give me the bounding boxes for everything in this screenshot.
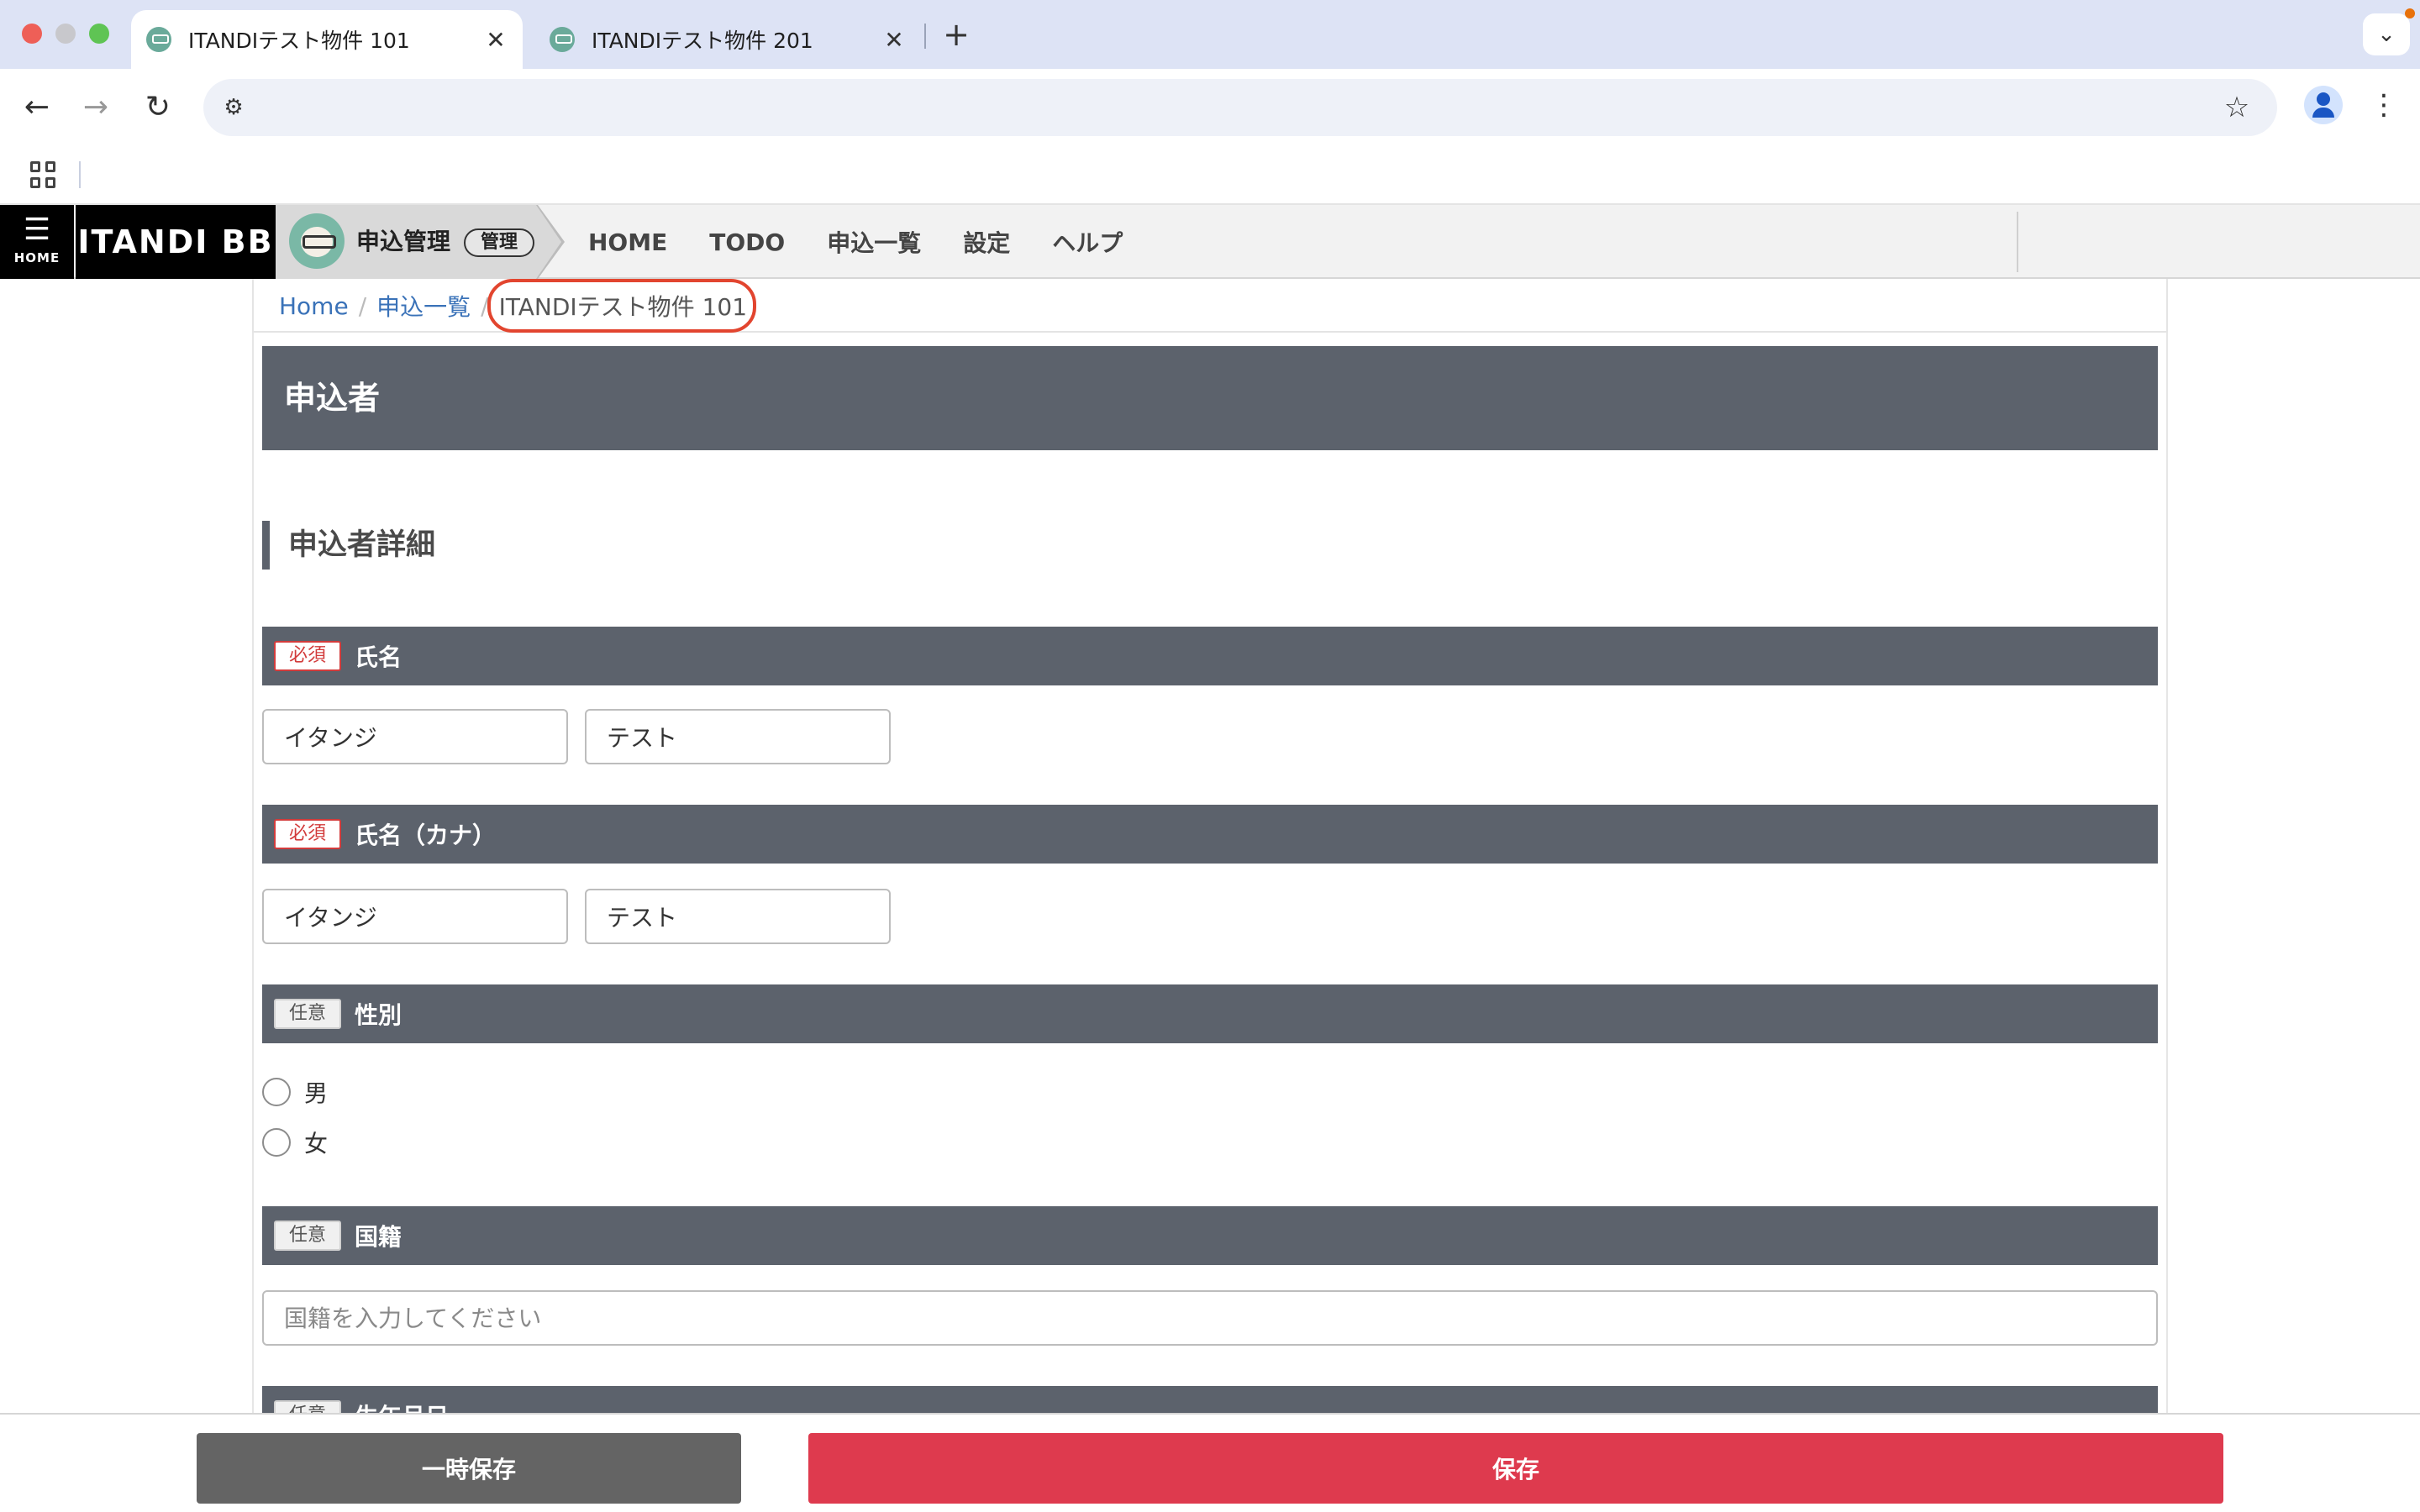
bookmark-star-icon[interactable]: ☆ xyxy=(2215,86,2259,129)
forward-arrow-icon[interactable]: → xyxy=(76,87,116,128)
browser-toolbar: ← → ↻ ⚙ ☆ ⋮ xyxy=(0,69,2420,146)
nav-settings[interactable]: 設定 xyxy=(963,225,1010,259)
bookmarks-bar xyxy=(0,146,2420,205)
brand-logo[interactable]: ITANDI BB xyxy=(76,205,276,279)
home-menu-button[interactable]: ☰ HOME xyxy=(0,205,74,279)
optional-badge: 任意 xyxy=(274,1221,342,1251)
mascot-avatar-icon xyxy=(289,213,345,269)
field-label: 氏名（カナ） xyxy=(355,822,497,849)
hamburger-icon: ☰ xyxy=(23,213,51,247)
itandi-favicon-icon xyxy=(146,27,171,52)
first-name-input[interactable] xyxy=(585,709,891,764)
radio-button[interactable] xyxy=(262,1078,291,1106)
window-close-button[interactable] xyxy=(22,24,42,44)
close-tab-icon[interactable]: ✕ xyxy=(877,26,911,54)
browser-tab-active[interactable]: ITANDIテスト物件 101 ✕ xyxy=(131,10,523,69)
browser-tab-strip: ITANDIテスト物件 101 ✕ ITANDIテスト物件 201 ✕ + ⌄ xyxy=(0,0,2420,69)
nav-home[interactable]: HOME xyxy=(588,228,667,256)
required-badge: 必須 xyxy=(274,819,342,849)
apps-grid-icon[interactable] xyxy=(30,161,57,188)
radio-button[interactable] xyxy=(262,1128,291,1157)
field-header-name: 必須 氏名 xyxy=(262,627,2158,685)
save-button[interactable]: 保存 xyxy=(808,1433,2223,1504)
radio-label: 男 xyxy=(304,1079,329,1107)
annotation-highlight-ring xyxy=(487,279,756,333)
tab-search-chevron-icon[interactable]: ⌄ xyxy=(2363,13,2410,55)
back-arrow-icon[interactable]: ← xyxy=(17,87,57,128)
last-name-kana-input[interactable] xyxy=(262,889,568,944)
home-menu-label: HOME xyxy=(13,250,60,265)
site-info-icon[interactable]: ⚙ xyxy=(217,91,250,124)
field-header-kana: 必須 氏名（カナ） xyxy=(262,805,2158,864)
itandi-favicon-icon xyxy=(550,27,575,52)
nav-help[interactable]: ヘルプ xyxy=(1052,225,1123,259)
update-indicator-dot xyxy=(2405,8,2415,18)
subsection-title: 申込者詳細 xyxy=(262,521,435,570)
optional-badge: 任意 xyxy=(274,999,342,1029)
window-minimize-button[interactable] xyxy=(55,24,76,44)
required-badge: 必須 xyxy=(274,641,342,671)
product-name: 申込管理 xyxy=(356,228,451,255)
window-maximize-button[interactable] xyxy=(89,24,109,44)
field-label: 性別 xyxy=(355,1001,402,1029)
field-label: 国籍 xyxy=(355,1223,402,1251)
section-title: 申込者 xyxy=(262,346,2158,450)
header-divider xyxy=(2017,212,2018,272)
nav-todo[interactable]: TODO xyxy=(709,228,785,256)
nationality-input[interactable] xyxy=(262,1290,2158,1346)
breadcrumb-separator: / xyxy=(358,291,367,320)
breadcrumb-application-list-link[interactable]: 申込一覧 xyxy=(376,289,471,323)
gender-option-female[interactable]: 女 xyxy=(262,1124,328,1161)
reload-icon[interactable]: ↻ xyxy=(138,87,178,128)
breadcrumb-home-link[interactable]: Home xyxy=(279,292,349,320)
nav-application-list[interactable]: 申込一覧 xyxy=(827,225,921,259)
browser-tab-inactive[interactable]: ITANDIテスト物件 201 ✕ xyxy=(534,10,921,69)
profile-avatar-icon[interactable] xyxy=(2304,86,2343,124)
field-header-gender: 任意 性別 xyxy=(262,984,2158,1043)
field-label: 氏名 xyxy=(355,643,402,671)
last-name-input[interactable] xyxy=(262,709,568,764)
first-name-kana-input[interactable] xyxy=(585,889,891,944)
app-header: ☰ HOME ITANDI BB 申込管理 管理 HOME TODO 申込一覧 … xyxy=(0,205,2420,279)
tab-title: ITANDIテスト物件 101 xyxy=(188,29,410,53)
gender-option-male[interactable]: 男 xyxy=(262,1074,328,1110)
close-tab-icon[interactable]: ✕ xyxy=(479,26,513,54)
bookmarks-separator xyxy=(79,161,81,188)
tab-separator xyxy=(924,24,926,49)
top-navigation: HOME TODO 申込一覧 設定 ヘルプ xyxy=(588,205,1165,279)
action-footer: 一時保存 保存 xyxy=(0,1413,2420,1512)
browser-menu-icon[interactable]: ⋮ xyxy=(2370,86,2398,124)
address-bar[interactable]: ⚙ ☆ xyxy=(203,79,2277,136)
radio-label: 女 xyxy=(304,1130,329,1158)
field-header-nationality: 任意 国籍 xyxy=(262,1206,2158,1265)
temporary-save-button[interactable]: 一時保存 xyxy=(197,1433,741,1504)
new-tab-button[interactable]: + xyxy=(939,15,973,54)
role-badge: 管理 xyxy=(464,228,535,257)
tab-title: ITANDIテスト物件 201 xyxy=(592,29,813,53)
